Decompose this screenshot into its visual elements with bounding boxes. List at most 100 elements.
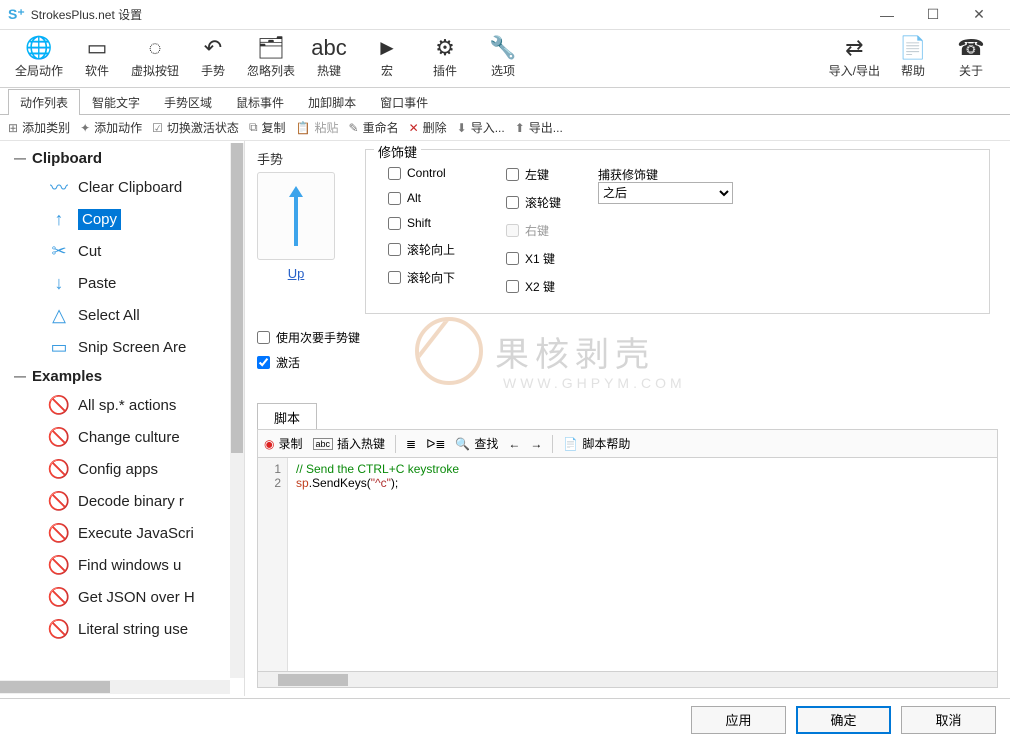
tree-item[interactable]: 🚫Find windows u [8,549,232,581]
action-export[interactable]: ⬆导出... [515,119,563,136]
activate-check[interactable]: 激活 [257,354,360,371]
tree-item[interactable]: △Select All [8,299,232,331]
tab-windowevent[interactable]: 窗口事件 [368,89,440,115]
action-import[interactable]: ⬇导入... [457,119,505,136]
mod-滚轮向上[interactable]: 滚轮向上 [388,241,455,258]
tree-item[interactable]: 🚫Decode binary r [8,485,232,517]
hscroll-thumb[interactable] [278,674,348,686]
tree-item[interactable]: 🚫Execute JavaScri [8,517,232,549]
action-copy[interactable]: ⧉复制 [249,119,286,136]
insert-hotkey-button[interactable]: abc插入热键 [313,435,386,452]
toolbar-gesture[interactable]: ↶手势 [188,34,238,79]
collapse-icon: — [8,151,32,165]
capture-area: 捕获修饰键 [598,166,658,183]
minimize-button[interactable]: — [864,0,910,30]
tree-item[interactable]: 🚫Change culture [8,421,232,453]
loader-icon: ◌ [148,34,161,62]
hscroll-thumb[interactable] [0,681,110,693]
script-tab[interactable]: 脚本 [257,403,317,429]
editor-text[interactable]: // Send the CTRL+C keystroke sp.SendKeys… [288,458,997,671]
toolbar-ignore[interactable]: 🗂忽略列表 [246,34,296,79]
ok-button[interactable]: 确定 [796,706,891,734]
action-bar: ⊞添加类别✦添加动作☑切换激活状态⧉复制📋粘贴✎重命名✕删除⬇导入...⬆导出.… [0,115,1010,141]
tree-item[interactable]: 〰Clear Clipboard [8,171,232,203]
mod-X1 键[interactable]: X1 键 [506,250,561,267]
sidebar-vscroll[interactable] [230,143,244,678]
script-toolbar: ◉录制 abc插入热键 ≣ ᐅ≣ 🔍查找 ← → 📄脚本帮助 [257,429,998,457]
tree-item[interactable]: ↑Copy [8,203,232,235]
capture-select[interactable]: 之后 [598,182,733,204]
tree-item[interactable]: ▭Snip Screen Are [8,331,232,363]
find-button[interactable]: 🔍查找 [455,435,498,452]
toolbar-options[interactable]: 🔧选项 [478,34,528,79]
export-icon: ⬆ [515,121,525,135]
toolbar-plugin[interactable]: ⚙插件 [420,34,470,79]
vscroll-thumb[interactable] [231,143,243,453]
mod-Control[interactable]: Control [388,166,455,180]
secondary-gesture-check[interactable]: 使用次要手势键 [257,329,360,346]
tree-item[interactable]: ✂Cut [8,235,232,267]
watermark-logo [415,317,483,385]
apply-button[interactable]: 应用 [691,706,786,734]
script-help-button[interactable]: 📄脚本帮助 [563,435,630,452]
tab-loadscript[interactable]: 加卸脚本 [296,89,368,115]
toolbar-software[interactable]: ▭软件 [72,34,122,79]
wrench-icon: 🔧 [489,34,516,62]
outdent-button[interactable]: ᐅ≣ [426,437,445,451]
no-icon: 🚫 [48,395,70,416]
copy-icon: ⧉ [249,120,258,135]
action-delete[interactable]: ✕删除 [409,119,447,136]
record-button[interactable]: ◉录制 [264,435,303,452]
toolbar-vbutton[interactable]: ◌虚拟按钮 [130,34,180,79]
window-title: StrokesPlus.net 设置 [31,6,142,23]
mod-左键[interactable]: 左键 [506,166,561,183]
zig-icon: 〰 [48,174,70,200]
tree-item[interactable]: 🚫Literal string use [8,613,232,645]
tab-mouseevent[interactable]: 鼠标事件 [224,89,296,115]
tree-group-Examples[interactable]: —Examples [8,363,232,389]
action-rename[interactable]: ✎重命名 [349,119,399,136]
mod-Alt[interactable]: Alt [388,191,455,205]
close-button[interactable]: ✕ [956,0,1002,30]
content-area: —Clipboard〰Clear Clipboard↑Copy✂Cut↓Past… [0,141,1010,696]
maximize-button[interactable]: ☐ [910,0,956,30]
toolbar-about[interactable]: ☎关于 [946,34,996,79]
next-button[interactable]: → [530,437,542,451]
action-togglestate[interactable]: ☑切换激活状态 [152,119,239,136]
mod-X2 键[interactable]: X2 键 [506,278,561,295]
tree-item[interactable]: 🚫All sp.* actions [8,389,232,421]
delete-icon: ✕ [409,121,419,135]
code-editor[interactable]: 1 2 // Send the CTRL+C keystroke sp.Send… [257,457,998,672]
indent-button[interactable]: ≣ [406,437,416,451]
globe-icon: 🌐 [25,34,52,62]
tab-actionlist[interactable]: 动作列表 [8,89,80,115]
ie-icon: ⇄ [845,34,863,62]
tab-gesturearea[interactable]: 手势区域 [152,89,224,115]
mod-滚轮键[interactable]: 滚轮键 [506,194,561,211]
cancel-button[interactable]: 取消 [901,706,996,734]
toolbar-global[interactable]: 🌐全局动作 [14,34,64,79]
editor-hscroll[interactable] [257,672,998,688]
prev-button[interactable]: ← [508,437,520,451]
tree-group-Clipboard[interactable]: —Clipboard [8,145,232,171]
tab-smarttext[interactable]: 智能文字 [80,89,152,115]
toolbar-ie[interactable]: ⇄导入/导出 [829,34,880,79]
toolbar-macro[interactable]: ►宏 [362,34,412,79]
toolbar-hotkey[interactable]: abc热键 [304,34,354,79]
script-section: 脚本 ◉录制 abc插入热键 ≣ ᐅ≣ 🔍查找 ← → 📄脚本帮助 1 2 //… [257,403,998,688]
mod-滚轮向下[interactable]: 滚轮向下 [388,269,455,286]
action-tree: —Clipboard〰Clear Clipboard↑Copy✂Cut↓Past… [8,145,232,678]
paste-icon: 📋 [296,121,311,135]
tree-item[interactable]: 🚫Get JSON over H [8,581,232,613]
action-addaction[interactable]: ✦添加动作 [80,119,142,136]
action-addcat[interactable]: ⊞添加类别 [8,119,70,136]
mod-Shift[interactable]: Shift [388,216,455,230]
divider [395,435,396,453]
toolbar-help[interactable]: 📄帮助 [888,34,938,79]
gesture-link[interactable]: Up [257,266,335,281]
main-panel: 手势 Up 修饰键 ControlAltShift滚轮向上滚轮向下 左键滚轮键右… [245,141,1010,696]
tree-item[interactable]: 🚫Config apps [8,453,232,485]
tree-item[interactable]: ↓Paste [8,267,232,299]
gesture-preview[interactable] [257,172,335,260]
sidebar-hscroll[interactable] [0,680,230,694]
